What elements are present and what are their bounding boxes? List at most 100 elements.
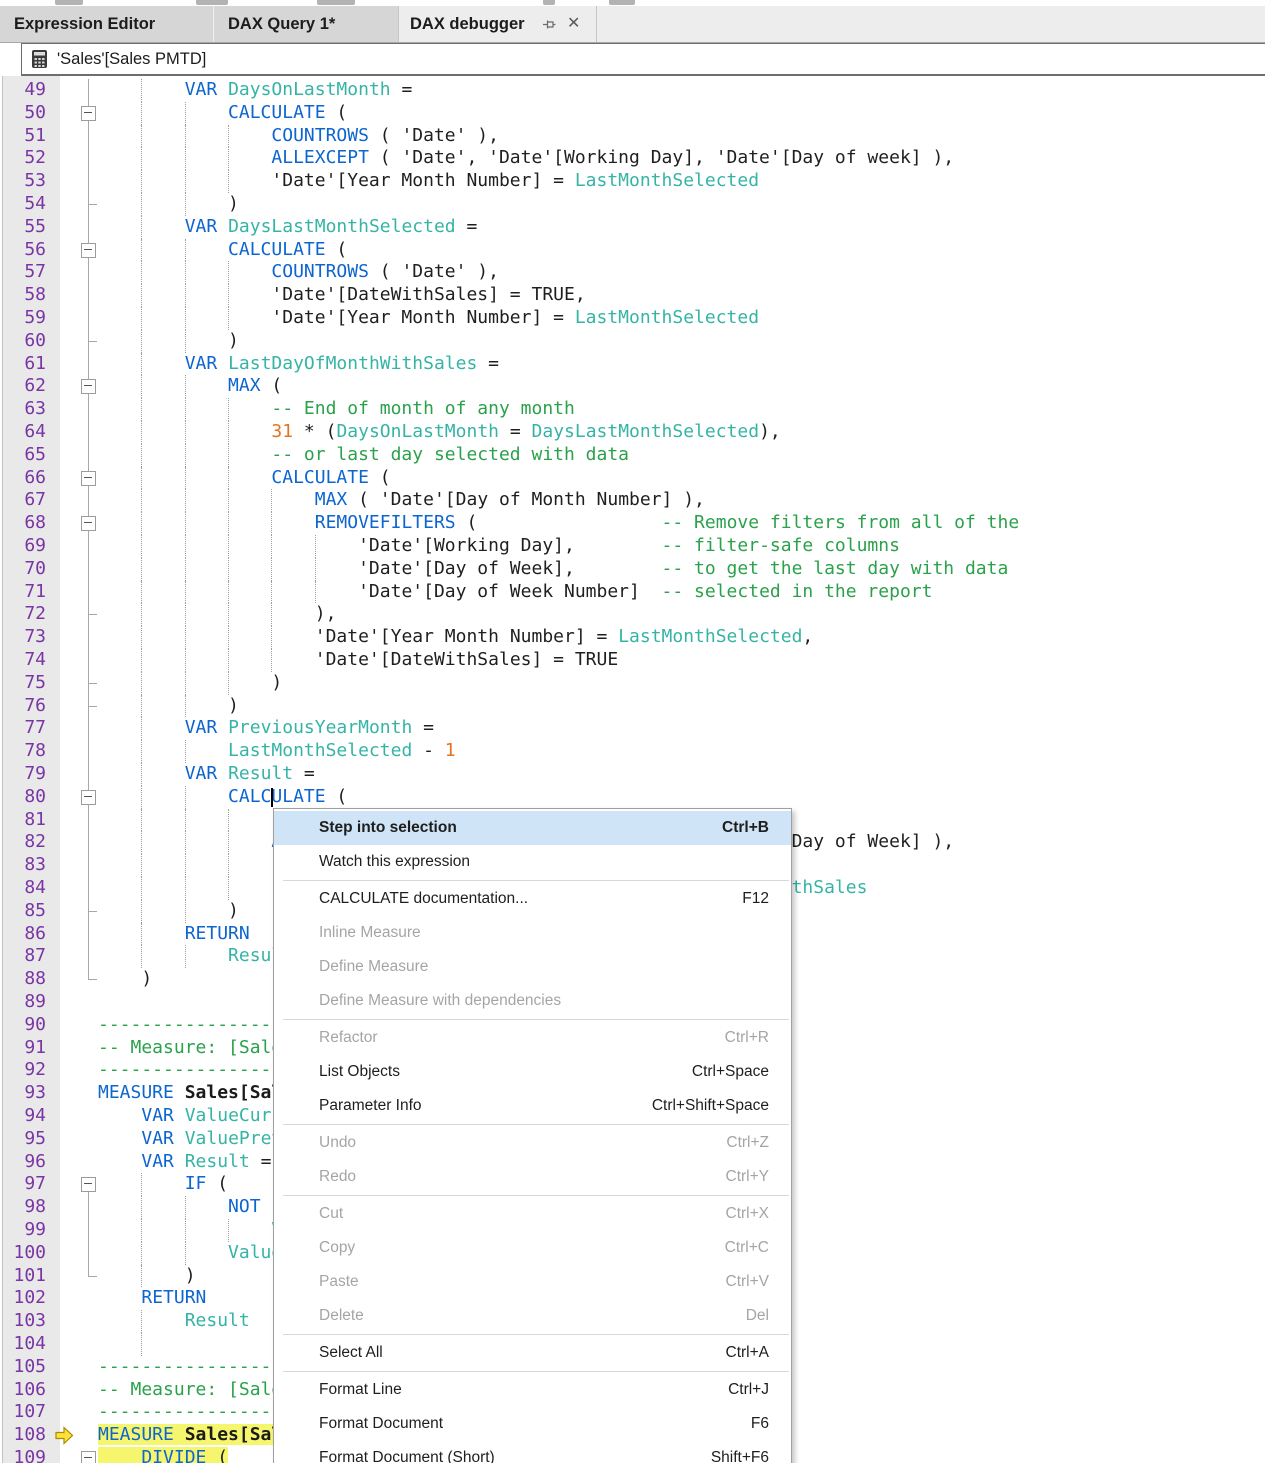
- fold-toggle[interactable]: [81, 1177, 96, 1192]
- code-line: 66 CALCULATE (: [0, 467, 1265, 490]
- line-number: 91: [0, 1037, 46, 1060]
- code-line: 62 MAX (: [0, 375, 1265, 398]
- menu-item-undo: UndoCtrl+Z: [274, 1126, 791, 1160]
- code-text: 'Date'[Year Month Number] = LastMonthSel…: [98, 626, 813, 649]
- code-line: 76 ): [0, 695, 1265, 718]
- fold-line: [88, 831, 89, 854]
- line-number: 67: [0, 489, 46, 512]
- menu-item-label: Redo: [319, 1168, 356, 1186]
- fold-line: [88, 535, 89, 558]
- pin-icon[interactable]: [542, 16, 558, 37]
- code-line: 54 ): [0, 193, 1265, 216]
- menu-item-list-objects[interactable]: List ObjectsCtrl+Space: [274, 1055, 791, 1089]
- current-measure-selector[interactable]: 'Sales'[Sales PMTD]: [21, 43, 1265, 76]
- menu-item-label: Format Line: [319, 1381, 402, 1399]
- line-number: 60: [0, 330, 46, 353]
- code-text: IF (: [98, 1173, 228, 1196]
- line-number: 78: [0, 740, 46, 763]
- fold-end-tick: [88, 341, 97, 342]
- line-number: 63: [0, 398, 46, 421]
- code-line: 79 VAR Result =: [0, 763, 1265, 786]
- code-text: VAR Result =: [98, 763, 315, 786]
- menu-item-format-document[interactable]: Format DocumentF6: [274, 1407, 791, 1441]
- code-text: CALCULATE (: [98, 239, 347, 262]
- measure-calculator-icon: [31, 49, 48, 74]
- menu-item-shortcut: Ctrl+X: [726, 1205, 770, 1223]
- fold-line: [88, 854, 89, 877]
- code-text: VAR DaysOnLastMonth =: [98, 79, 412, 102]
- tab-dax-query-1[interactable]: DAX Query 1*: [228, 6, 335, 42]
- code-text: ): [98, 968, 152, 991]
- code-text: ): [98, 1265, 196, 1288]
- menu-item-step-into-selection[interactable]: Step into selectionCtrl+B: [274, 811, 791, 845]
- menu-item-shortcut: Ctrl+A: [726, 1344, 770, 1362]
- line-number: 82: [0, 831, 46, 854]
- toolbar-remnant: [55, 0, 83, 5]
- code-line: 78 LastMonthSelected - 1: [0, 740, 1265, 763]
- fold-toggle[interactable]: [81, 106, 96, 121]
- tab-dax-debugger-label[interactable]: DAX debugger: [410, 6, 525, 42]
- fold-toggle[interactable]: [81, 243, 96, 258]
- line-number: 56: [0, 239, 46, 262]
- code-text: 31 * (DaysOnLastMonth = DaysLastMonthSel…: [98, 421, 781, 444]
- fold-toggle[interactable]: [81, 379, 96, 394]
- fold-line: [88, 1265, 89, 1276]
- code-line: 80 CALCULATE (: [0, 786, 1265, 809]
- menu-item-shortcut: Ctrl+Y: [726, 1168, 770, 1186]
- code-text: COUNTROWS ( 'Date' ),: [98, 125, 499, 148]
- code-line: 72 ),: [0, 603, 1265, 626]
- code-line: 77 VAR PreviousYearMonth =: [0, 717, 1265, 740]
- fold-line: [88, 945, 89, 968]
- menu-item-parameter-info[interactable]: Parameter InfoCtrl+Shift+Space: [274, 1089, 791, 1123]
- toolbar-remnant: [317, 0, 355, 5]
- fold-line: [88, 307, 89, 330]
- fold-line: [88, 626, 89, 649]
- menu-item-label: Undo: [319, 1134, 356, 1152]
- code-text: -- or last day selected with data: [98, 444, 629, 467]
- line-number: 106: [0, 1379, 46, 1402]
- fold-line: [88, 1219, 89, 1242]
- menu-separator: [283, 1124, 789, 1125]
- line-number: 87: [0, 945, 46, 968]
- menu-item-define-measure: Define Measure: [274, 950, 791, 984]
- code-line: 59 'Date'[Year Month Number] = LastMonth…: [0, 307, 1265, 330]
- code-text: VAR DaysLastMonthSelected =: [98, 216, 477, 239]
- code-line: 63 -- End of month of any month: [0, 398, 1265, 421]
- close-icon[interactable]: ✕: [567, 6, 580, 42]
- menu-item-select-all[interactable]: Select AllCtrl+A: [274, 1336, 791, 1370]
- line-number: 90: [0, 1014, 46, 1037]
- fold-line: [88, 261, 89, 284]
- fold-toggle[interactable]: [81, 790, 96, 805]
- menu-item-refactor: RefactorCtrl+R: [274, 1021, 791, 1055]
- fold-toggle[interactable]: [81, 516, 96, 531]
- code-text: DIVIDE (: [98, 1447, 228, 1463]
- menu-item-label: Format Document: [319, 1415, 443, 1433]
- code-line: 69 'Date'[Working Day], -- filter-safe c…: [0, 535, 1265, 558]
- line-number: 103: [0, 1310, 46, 1333]
- code-text: 'Date'[Day of Week], -- to get the last …: [98, 558, 1008, 581]
- indent-guide: [141, 1333, 142, 1356]
- code-line: 61 VAR LastDayOfMonthWithSales =: [0, 353, 1265, 376]
- fold-line: [88, 763, 89, 786]
- code-text: ): [98, 672, 282, 695]
- fold-toggle[interactable]: [81, 1451, 96, 1463]
- tab-expression-editor[interactable]: Expression Editor: [14, 6, 155, 42]
- menu-item-format-line[interactable]: Format LineCtrl+J: [274, 1373, 791, 1407]
- menu-separator: [283, 1334, 789, 1335]
- fold-line: [88, 558, 89, 581]
- menu-item-format-document-short[interactable]: Format Document (Short)Shift+F6: [274, 1441, 791, 1463]
- menu-item-shortcut: Ctrl+C: [725, 1239, 769, 1257]
- code-text: 'Date'[DateWithSales] = TRUE: [98, 649, 618, 672]
- line-number: 68: [0, 512, 46, 535]
- code-line: 71 'Date'[Day of Week Number] -- selecte…: [0, 581, 1265, 604]
- code-text: 'Date'[Day of Week Number] -- selected i…: [98, 581, 932, 604]
- code-line: 58 'Date'[DateWithSales] = TRUE,: [0, 284, 1265, 307]
- menu-item-label: Step into selection: [319, 819, 457, 837]
- menu-item-calculate-documentation[interactable]: CALCULATE documentation...F12: [274, 882, 791, 916]
- code-line: 70 'Date'[Day of Week], -- to get the la…: [0, 558, 1265, 581]
- menu-item-watch-this-expression[interactable]: Watch this expression: [274, 845, 791, 879]
- fold-line: [88, 1242, 89, 1265]
- fold-toggle[interactable]: [81, 471, 96, 486]
- menu-item-label: CALCULATE documentation...: [319, 890, 528, 908]
- menu-item-label: Delete: [319, 1307, 364, 1325]
